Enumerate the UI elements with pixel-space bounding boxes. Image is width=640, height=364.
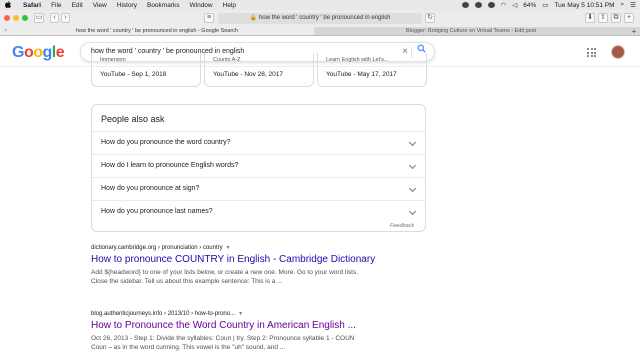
paa-question-text: How do you pronounce the word country?: [101, 139, 231, 146]
tab-blogger[interactable]: Blogger: Bridging Culture on Virtual Tea…: [314, 27, 628, 35]
tabs-overview-icon[interactable]: ⧉: [611, 13, 621, 23]
menu-file[interactable]: File: [51, 2, 61, 9]
menu-window[interactable]: Window: [190, 2, 213, 9]
menu-safari[interactable]: Safari: [23, 2, 41, 9]
reader-icon[interactable]: ≡: [204, 13, 214, 23]
chevron-down-icon: [408, 207, 417, 216]
paa-question[interactable]: How do you pronounce at sign?: [92, 177, 425, 200]
share-icon[interactable]: ⇧: [598, 13, 608, 23]
result-breadcrumb[interactable]: blog.authenticjourneys.info › 2013/10 › …: [91, 311, 431, 317]
video-title-fragment: Immersion: [100, 57, 126, 63]
menu-history[interactable]: History: [117, 2, 137, 9]
control-center-icon[interactable]: ☰: [630, 1, 636, 9]
tab-label: how the word ' country ' be pronounced i…: [75, 28, 238, 34]
video-meta: YouTube - Nov 28, 2017: [213, 71, 283, 78]
result-snippet: Add ${headword} to one of your lists bel…: [91, 268, 431, 286]
tab-bar: × how the word ' country ' be pronounced…: [0, 27, 640, 36]
menu-view[interactable]: View: [93, 2, 107, 9]
tab-google-search[interactable]: × how the word ' country ' be pronounced…: [0, 27, 314, 35]
sidebar-toggle-icon[interactable]: ▭: [34, 13, 44, 23]
menu-help[interactable]: Help: [223, 2, 236, 9]
paa-question-text: How do you pronounce at sign?: [101, 185, 200, 192]
paa-question[interactable]: How do you pronounce the word country?: [92, 131, 425, 154]
address-bar[interactable]: 🔒 how the word ' country ' be pronounced …: [218, 13, 422, 24]
wifi-icon[interactable]: ◠: [501, 1, 507, 9]
video-card[interactable]: Counts A-Z YouTube - Nov 28, 2017: [204, 53, 314, 87]
video-card[interactable]: Learn English with Let's... YouTube - Ma…: [317, 53, 427, 87]
search-result: blog.authenticjourneys.info › 2013/10 › …: [91, 311, 431, 352]
battery-percent[interactable]: 64%: [523, 2, 536, 9]
address-text: how the word ' country ' be pronounced i…: [259, 15, 391, 21]
clock[interactable]: Tue May 5 10:51 PM: [554, 2, 614, 9]
mac-menu-bar: Safari File Edit View History Bookmarks …: [0, 0, 640, 10]
result-title-link[interactable]: How to pronounce COUNTRY in English - Ca…: [91, 254, 431, 265]
tray-icon[interactable]: [487, 2, 495, 8]
account-avatar[interactable]: [611, 45, 625, 59]
forward-button[interactable]: ›: [61, 13, 70, 23]
video-title-fragment: Learn English with Let's...: [326, 57, 389, 63]
apps-grid-icon[interactable]: [587, 48, 596, 57]
paa-question[interactable]: How do you pronounce last names?: [92, 200, 425, 223]
menu-edit[interactable]: Edit: [72, 2, 83, 9]
search-result: dictionary.cambridge.org › pronunciation…: [91, 245, 431, 286]
paa-title: People also ask: [101, 114, 165, 124]
paa-question[interactable]: How do I learn to pronounce English word…: [92, 154, 425, 177]
status-tray: ◠ ◁ 64% ▭ Tue May 5 10:51 PM ⌕ ☰: [461, 0, 636, 10]
chevron-down-icon: [408, 161, 417, 170]
result-breadcrumb[interactable]: dictionary.cambridge.org › pronunciation…: [91, 245, 431, 251]
result-url: blog.authenticjourneys.info › 2013/10 › …: [91, 311, 236, 317]
tray-icon[interactable]: [474, 2, 482, 8]
result-title-link[interactable]: How to Pronounce the Word Country in Ame…: [91, 320, 431, 331]
chevron-down-icon: [408, 184, 417, 193]
snippet-line: Coun – as in the word cunning. This vowe…: [91, 344, 286, 351]
snippet-line: Oct 26, 2013 - Step 1: Divide the syllab…: [91, 335, 355, 342]
snippet-line: Add ${headword} to one of your lists bel…: [91, 269, 359, 276]
feedback-link[interactable]: Feedback: [390, 223, 414, 229]
new-tab-icon[interactable]: +: [628, 27, 640, 36]
caret-down-icon[interactable]: ▼: [238, 311, 243, 317]
result-snippet: Oct 26, 2013 - Step 1: Divide the syllab…: [91, 334, 431, 352]
new-tab-button[interactable]: +: [624, 13, 634, 23]
apple-menu-icon[interactable]: [3, 0, 13, 10]
video-meta: YouTube - Sep 1, 2018: [100, 71, 167, 78]
close-window-button[interactable]: [4, 15, 10, 21]
minimize-window-button[interactable]: [13, 15, 19, 21]
back-button[interactable]: ‹: [50, 13, 59, 23]
snippet-line: Close the sidebar. Tell us about this ex…: [91, 278, 283, 285]
google-logo[interactable]: Google: [12, 44, 65, 62]
video-meta: YouTube - May 17, 2017: [326, 71, 397, 78]
window-controls: [4, 15, 28, 21]
video-card[interactable]: Immersion YouTube - Sep 1, 2018: [91, 53, 201, 87]
tab-label: Blogger: Bridging Culture on Virtual Tea…: [405, 28, 537, 34]
reload-icon[interactable]: ↻: [425, 13, 435, 23]
paa-question-text: How do you pronounce last names?: [101, 208, 213, 215]
paa-question-text: How do I learn to pronounce English word…: [101, 162, 239, 169]
result-url: dictionary.cambridge.org › pronunciation…: [91, 245, 223, 251]
menu-bookmarks[interactable]: Bookmarks: [147, 2, 180, 9]
browser-toolbar: ▭ ‹ › ≡ 🔒 how the word ' country ' be pro…: [0, 10, 640, 27]
download-icon[interactable]: ⬇: [585, 13, 595, 23]
lock-icon: 🔒: [249, 15, 258, 21]
volume-icon[interactable]: ◁: [512, 1, 517, 9]
people-also-ask: People also ask How do you pronounce the…: [91, 104, 426, 232]
caret-down-icon[interactable]: ▼: [226, 245, 231, 251]
battery-icon[interactable]: ▭: [542, 1, 548, 9]
search-icon[interactable]: ⌕: [621, 1, 625, 9]
video-title-fragment: Counts A-Z: [213, 57, 241, 63]
close-tab-icon[interactable]: ×: [4, 27, 7, 36]
zoom-window-button[interactable]: [22, 15, 28, 21]
chevron-down-icon: [408, 138, 417, 147]
tray-icon[interactable]: [461, 2, 469, 8]
